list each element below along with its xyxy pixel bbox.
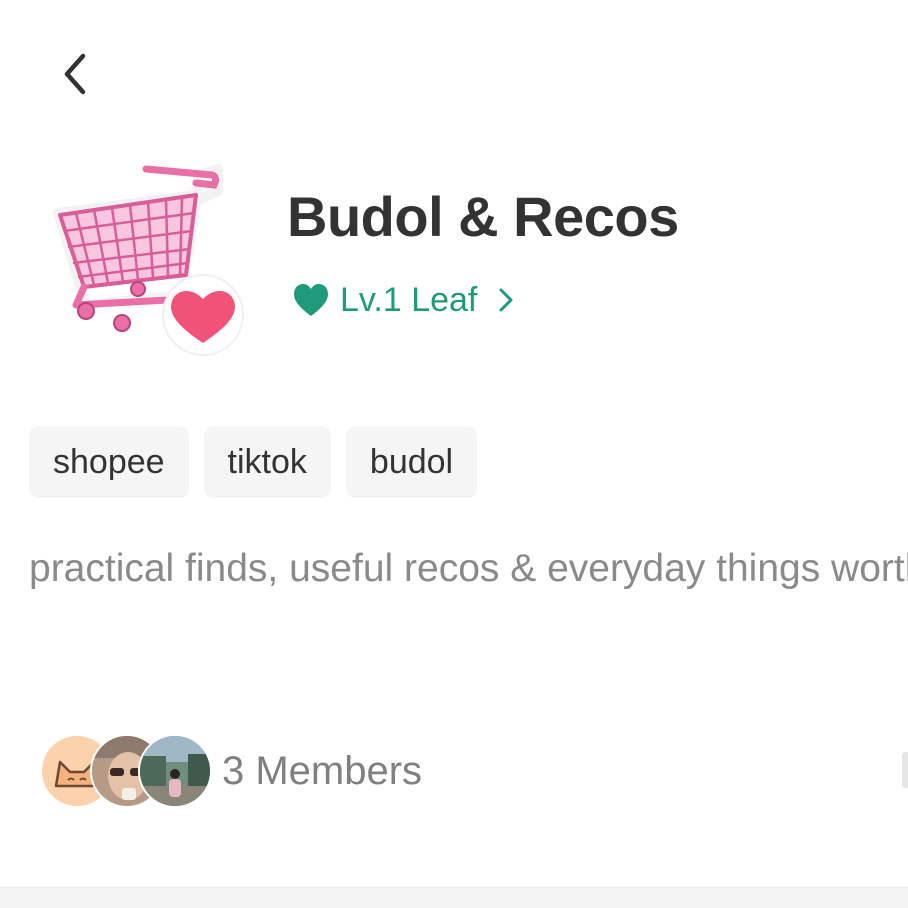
tag-list: shopee tiktok budol: [29, 426, 478, 498]
outdoor-photo-avatar-icon: [140, 736, 210, 806]
group-level-link[interactable]: Lv.1 Leaf: [292, 278, 515, 322]
group-profile-page: Budol & Recos Lv.1 Leaf shopee tiktok bu…: [0, 0, 908, 908]
members-row[interactable]: 3 Members: [40, 734, 422, 808]
back-button[interactable]: [44, 44, 104, 104]
members-count: 3 Members: [222, 748, 423, 793]
description-container: practical finds, useful recos & everyday…: [0, 530, 908, 670]
tag-tiktok[interactable]: tiktok: [203, 426, 331, 498]
group-avatar: [46, 155, 251, 360]
tag-shopee[interactable]: shopee: [29, 426, 189, 498]
member-avatars: [40, 734, 212, 808]
chevron-right-icon: [499, 288, 513, 312]
chevron-left-icon: [64, 53, 86, 95]
group-level-label: Lv.1 Leaf: [340, 280, 478, 319]
edge-indicator: [902, 752, 908, 788]
section-divider: [0, 886, 908, 908]
heart-icon: [294, 284, 328, 316]
member-avatar: [138, 734, 212, 808]
shopping-cart-heart-icon: [53, 164, 244, 356]
group-description: practical finds, useful recos & everyday…: [29, 547, 908, 590]
tag-budol[interactable]: budol: [345, 426, 478, 498]
group-title: Budol & Recos: [287, 185, 679, 248]
